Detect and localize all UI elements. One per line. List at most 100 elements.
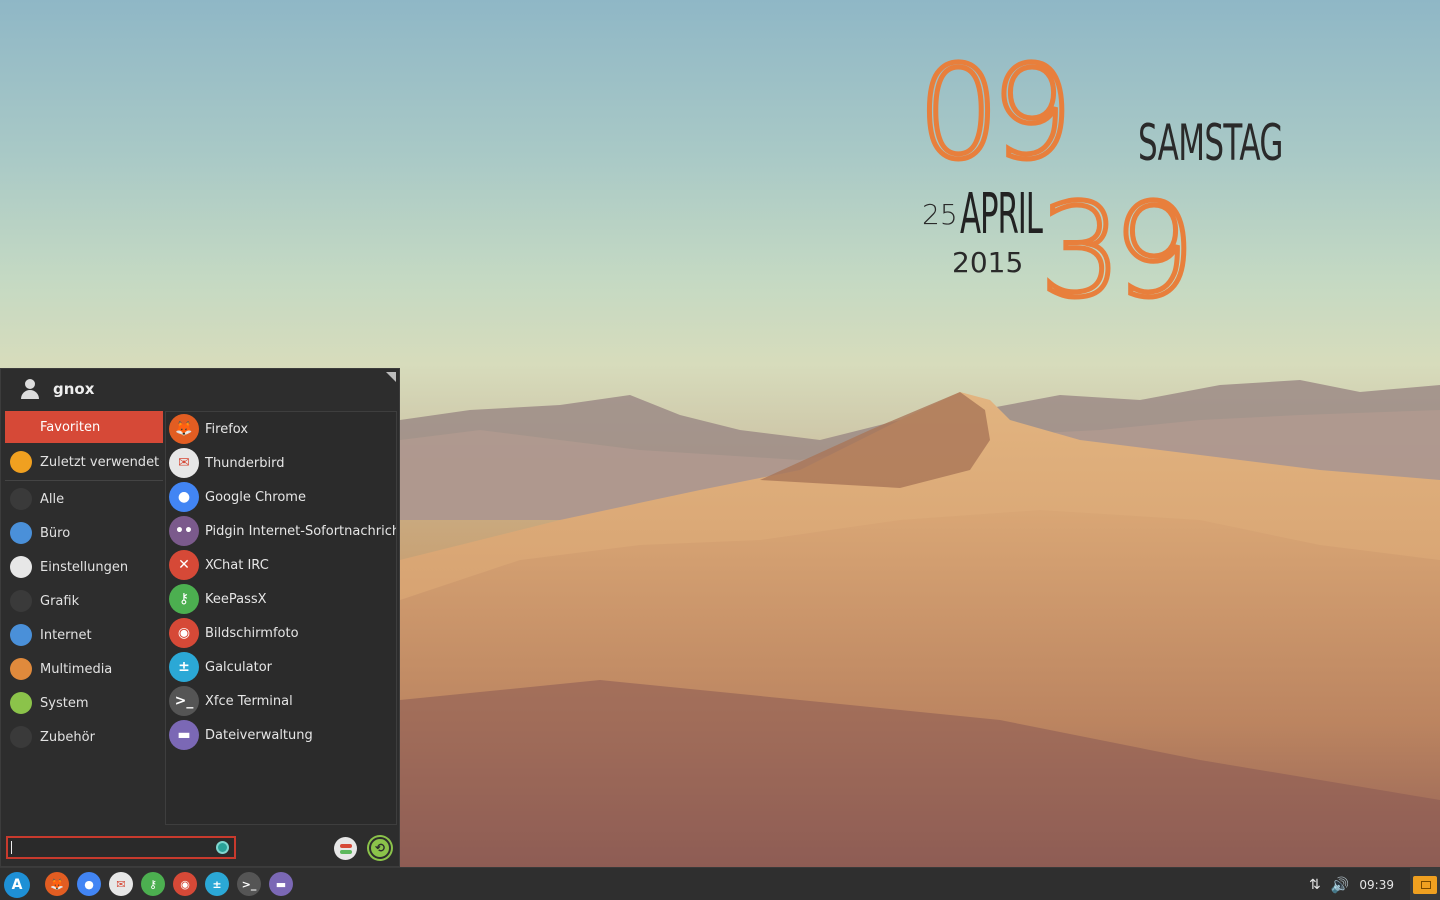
app-label: Bildschirmfoto (205, 625, 299, 641)
search-input[interactable] (8, 838, 208, 857)
pidgin-icon: •• (169, 516, 199, 546)
category-label: Zuletzt verwendet (40, 454, 160, 470)
taskbar: A 🦊 ● ✉ ⚷ ◉ ± >_ ▬ ⇅ 🔊 09:39 (0, 867, 1440, 900)
recent-icon (10, 451, 32, 473)
terminal-icon: >_ (169, 686, 199, 716)
app-file-manager[interactable]: ▬ Dateiverwaltung (166, 718, 396, 752)
app-label: Dateiverwaltung (205, 727, 313, 743)
xchat-icon: ✕ (169, 550, 199, 580)
show-desktop-button[interactable] (1410, 868, 1440, 900)
favorites-app-list: 🦊 Firefox ✉ Thunderbird ● Google Chrome •• Pidg… (165, 411, 397, 825)
system-icon (10, 692, 32, 714)
clock-minute: 39 (1038, 177, 1198, 326)
clock-day: 25 (922, 198, 958, 231)
thunderbird-icon: ✉ (169, 448, 199, 478)
app-screenshot[interactable]: ◉ Bildschirmfoto (166, 616, 396, 650)
category-accessories[interactable]: Zubehör (5, 720, 163, 754)
logout-icon: ⟲ (374, 841, 386, 855)
category-bookmark[interactable]: Favoriten (5, 411, 163, 443)
clock-dayname: SAMSTAG (1138, 114, 1283, 172)
clock-month: APRIL (960, 182, 1043, 247)
app-xchat[interactable]: ✕ XChat IRC (166, 548, 396, 582)
launcher-keepassx-icon[interactable]: ⚷ (141, 872, 165, 896)
launcher-calculator-icon[interactable]: ± (205, 872, 229, 896)
category-label: Grafik (40, 593, 80, 609)
launcher-firefox-icon[interactable]: 🦊 (45, 872, 69, 896)
internet-icon (10, 624, 32, 646)
launcher-terminal-icon[interactable]: >_ (237, 872, 261, 896)
category-system[interactable]: System (5, 686, 163, 720)
clock-year: 2015 (952, 246, 1024, 279)
clock-widget: 09 SAMSTAG 25 APRIL 2015 39 (910, 39, 1330, 318)
category-label: Internet (40, 627, 92, 643)
app-label: Xfce Terminal (205, 693, 293, 709)
system-tray: ⇅ 🔊 09:39 (1309, 868, 1440, 900)
accessories-icon (10, 726, 32, 748)
clock-hour: 09 (916, 39, 1076, 188)
username: gnox (53, 380, 95, 398)
screenshot-icon: ◉ (169, 618, 199, 648)
app-label: Galculator (205, 659, 273, 675)
start-icon: A (11, 877, 23, 893)
app-terminal[interactable]: >_ Xfce Terminal (166, 684, 396, 718)
app-thunderbird[interactable]: ✉ Thunderbird (166, 446, 396, 480)
launcher-screenshot-icon[interactable]: ◉ (173, 872, 197, 896)
firefox-icon: 🦊 (169, 414, 199, 444)
app-pidgin[interactable]: •• Pidgin Internet-Sofortnachrich... (166, 514, 396, 548)
launcher-chrome-icon[interactable]: ● (77, 872, 101, 896)
graphics-icon (10, 590, 32, 612)
file-manager-icon: ▬ (169, 720, 199, 750)
launcher-bar: 🦊 ● ✉ ⚷ ◉ ± >_ ▬ (45, 872, 293, 896)
category-label: System (40, 695, 89, 711)
resize-corner-icon[interactable] (386, 372, 396, 382)
app-label: KeePassX (205, 591, 267, 607)
app-keepassx[interactable]: ⚷ KeePassX (166, 582, 396, 616)
search-icon (216, 841, 229, 854)
text-cursor (11, 841, 12, 854)
category-all-apps[interactable]: Alle (5, 482, 163, 516)
category-label: Zubehör (40, 729, 95, 745)
category-recent[interactable]: Zuletzt verwendet (5, 445, 163, 479)
chrome-icon: ● (169, 482, 199, 512)
settings-icon (339, 843, 352, 848)
launcher-file-manager-icon[interactable]: ▬ (269, 872, 293, 896)
office-icon (10, 522, 32, 544)
logout-button[interactable]: ⟲ (369, 837, 391, 859)
category-label: Büro (40, 525, 71, 541)
user-icon (21, 379, 39, 399)
app-chrome[interactable]: ● Google Chrome (166, 480, 396, 514)
application-menu: gnox Favoriten Zuletzt verwendet Alle Büro E… (0, 368, 400, 867)
settings-icon (10, 556, 32, 578)
search-box[interactable] (6, 836, 236, 859)
settings-button[interactable] (334, 837, 357, 860)
all-apps-icon (10, 488, 32, 510)
category-settings[interactable]: Einstellungen (5, 550, 163, 584)
keepassx-icon: ⚷ (169, 584, 199, 614)
start-menu-button[interactable]: A (4, 872, 30, 898)
category-office[interactable]: Büro (5, 516, 163, 550)
app-label: XChat IRC (205, 557, 269, 573)
bookmark-icon (13, 416, 29, 438)
clock-time[interactable]: 09:39 (1359, 878, 1394, 892)
separator (5, 480, 163, 481)
launcher-thunderbird-icon[interactable]: ✉ (109, 872, 133, 896)
app-firefox[interactable]: 🦊 Firefox (166, 412, 396, 446)
app-label: Thunderbird (205, 455, 285, 471)
app-label: Google Chrome (205, 489, 306, 505)
category-label: Favoriten (40, 419, 101, 435)
volume-icon[interactable]: 🔊 (1331, 876, 1350, 894)
category-list: Favoriten Zuletzt verwendet Alle Büro Einste… (5, 411, 163, 754)
folder-icon (1413, 875, 1437, 894)
category-label: Alle (40, 491, 65, 507)
app-calculator[interactable]: ± Galculator (166, 650, 396, 684)
multimedia-icon (10, 658, 32, 680)
network-icon[interactable]: ⇅ (1309, 877, 1321, 893)
app-label: Pidgin Internet-Sofortnachrich... (205, 523, 396, 539)
category-internet[interactable]: Internet (5, 618, 163, 652)
app-label: Firefox (205, 421, 249, 437)
category-label: Einstellungen (40, 559, 129, 575)
category-graphics[interactable]: Grafik (5, 584, 163, 618)
calculator-icon: ± (169, 652, 199, 682)
menu-header: gnox (1, 369, 399, 409)
category-multimedia[interactable]: Multimedia (5, 652, 163, 686)
